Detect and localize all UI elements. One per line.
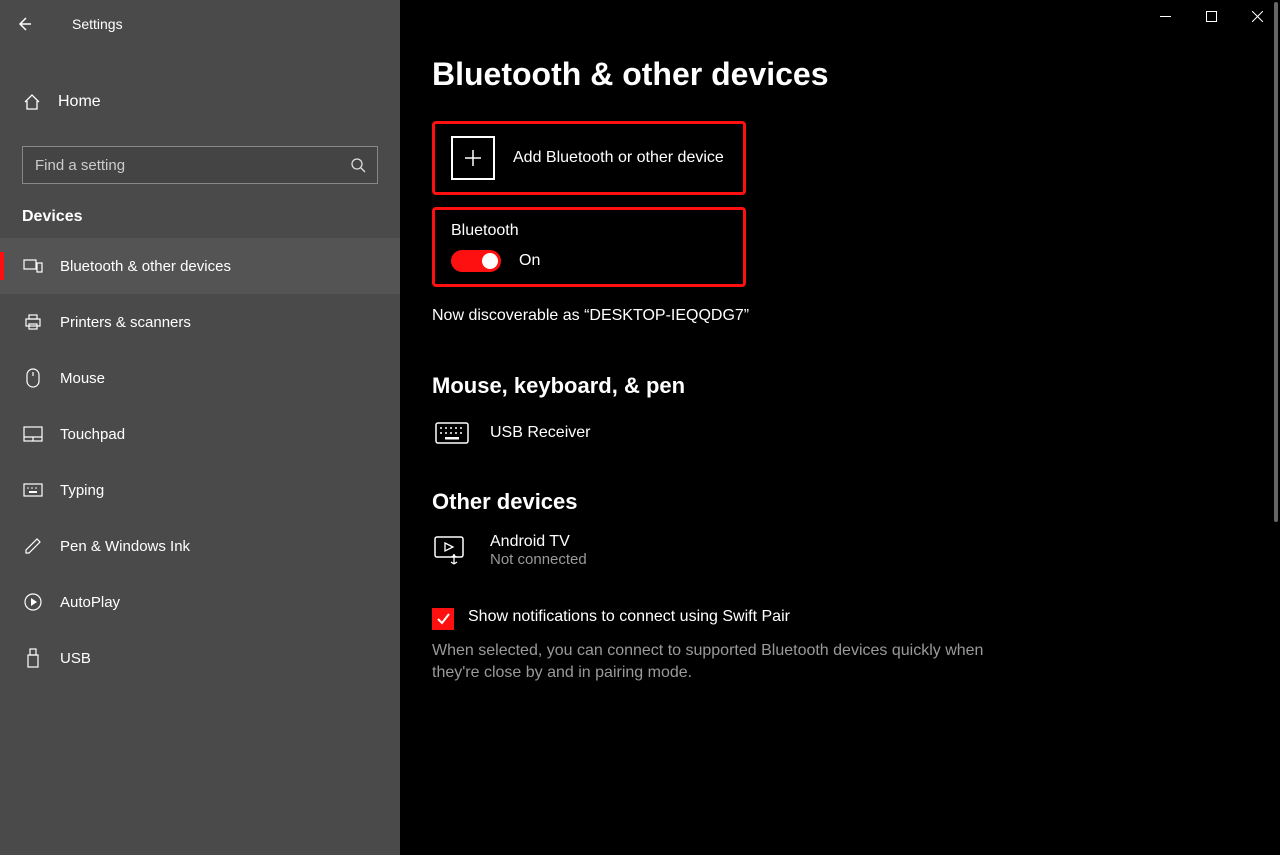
home-link[interactable]: Home (0, 76, 400, 128)
sidebar-item-usb[interactable]: USB (0, 630, 400, 686)
maximize-button[interactable] (1188, 0, 1234, 32)
sidebar-item-label: Bluetooth & other devices (60, 258, 231, 275)
device-android-tv[interactable]: Android TV Not connected (432, 533, 1280, 568)
sidebar-item-typing[interactable]: Typing (0, 462, 400, 518)
keyboard-icon (432, 417, 472, 449)
swift-pair-row: Show notifications to connect using Swif… (432, 608, 1280, 630)
sidebar-item-label: USB (60, 650, 91, 667)
highlight-add-device: Add Bluetooth or other device (432, 121, 746, 195)
sidebar-item-bluetooth[interactable]: Bluetooth & other devices (0, 238, 400, 294)
minimize-button[interactable] (1142, 0, 1188, 32)
swift-pair-checkbox[interactable] (432, 608, 454, 630)
device-name: USB Receiver (490, 424, 590, 442)
search-icon (339, 157, 377, 173)
sidebar-item-touchpad[interactable]: Touchpad (0, 406, 400, 462)
add-device-label: Add Bluetooth or other device (513, 149, 724, 167)
search-input[interactable] (23, 157, 339, 174)
sidebar-item-label: Pen & Windows Ink (60, 538, 190, 555)
highlight-bluetooth: Bluetooth On (432, 207, 746, 287)
sidebar-item-pen[interactable]: Pen & Windows Ink (0, 518, 400, 574)
autoplay-icon (22, 593, 44, 611)
search-box[interactable] (22, 146, 378, 184)
section-mouse-keyboard: Mouse, keyboard, & pen (432, 373, 1280, 399)
window-title: Settings (72, 16, 123, 32)
sidebar: Settings Home Devices Bluetooth & other … (0, 0, 400, 855)
printer-icon (22, 313, 44, 331)
scrollbar[interactable] (1274, 2, 1278, 522)
sidebar-item-label: Typing (60, 482, 104, 499)
media-device-icon (432, 535, 472, 567)
bluetooth-heading: Bluetooth (451, 222, 727, 240)
pen-icon (22, 536, 44, 556)
sidebar-item-label: AutoPlay (60, 594, 120, 611)
sidebar-item-label: Mouse (60, 370, 105, 387)
home-icon (22, 92, 42, 112)
add-device-button[interactable]: Add Bluetooth or other device (451, 136, 727, 180)
section-other-devices: Other devices (432, 489, 1280, 515)
plus-icon (451, 136, 495, 180)
swift-pair-description: When selected, you can connect to suppor… (432, 640, 992, 683)
device-name: Android TV (490, 533, 587, 551)
sidebar-item-printers[interactable]: Printers & scanners (0, 294, 400, 350)
main-content: Bluetooth & other devices Add Bluetooth … (400, 0, 1280, 855)
sidebar-item-autoplay[interactable]: AutoPlay (0, 574, 400, 630)
mouse-icon (22, 368, 44, 388)
usb-icon (22, 648, 44, 668)
device-usb-receiver[interactable]: USB Receiver (432, 417, 1280, 449)
discoverable-text: Now discoverable as “DESKTOP-IEQQDG7” (432, 307, 1280, 325)
touchpad-icon (22, 426, 44, 442)
sidebar-item-mouse[interactable]: Mouse (0, 350, 400, 406)
titlebar: Settings (0, 0, 400, 48)
page-title: Bluetooth & other devices (432, 56, 1280, 93)
devices-icon (22, 258, 44, 274)
keyboard-icon (22, 483, 44, 497)
sidebar-item-label: Printers & scanners (60, 314, 191, 331)
bluetooth-toggle[interactable] (451, 250, 501, 272)
bluetooth-state: On (519, 252, 540, 270)
home-label: Home (58, 93, 101, 111)
back-button[interactable] (0, 0, 48, 48)
device-status: Not connected (490, 551, 587, 568)
sidebar-item-label: Touchpad (60, 426, 125, 443)
back-arrow-icon (16, 16, 32, 32)
checkmark-icon (435, 611, 451, 627)
window-controls (1142, 0, 1280, 32)
swift-pair-label: Show notifications to connect using Swif… (468, 608, 790, 626)
category-label: Devices (22, 208, 400, 226)
